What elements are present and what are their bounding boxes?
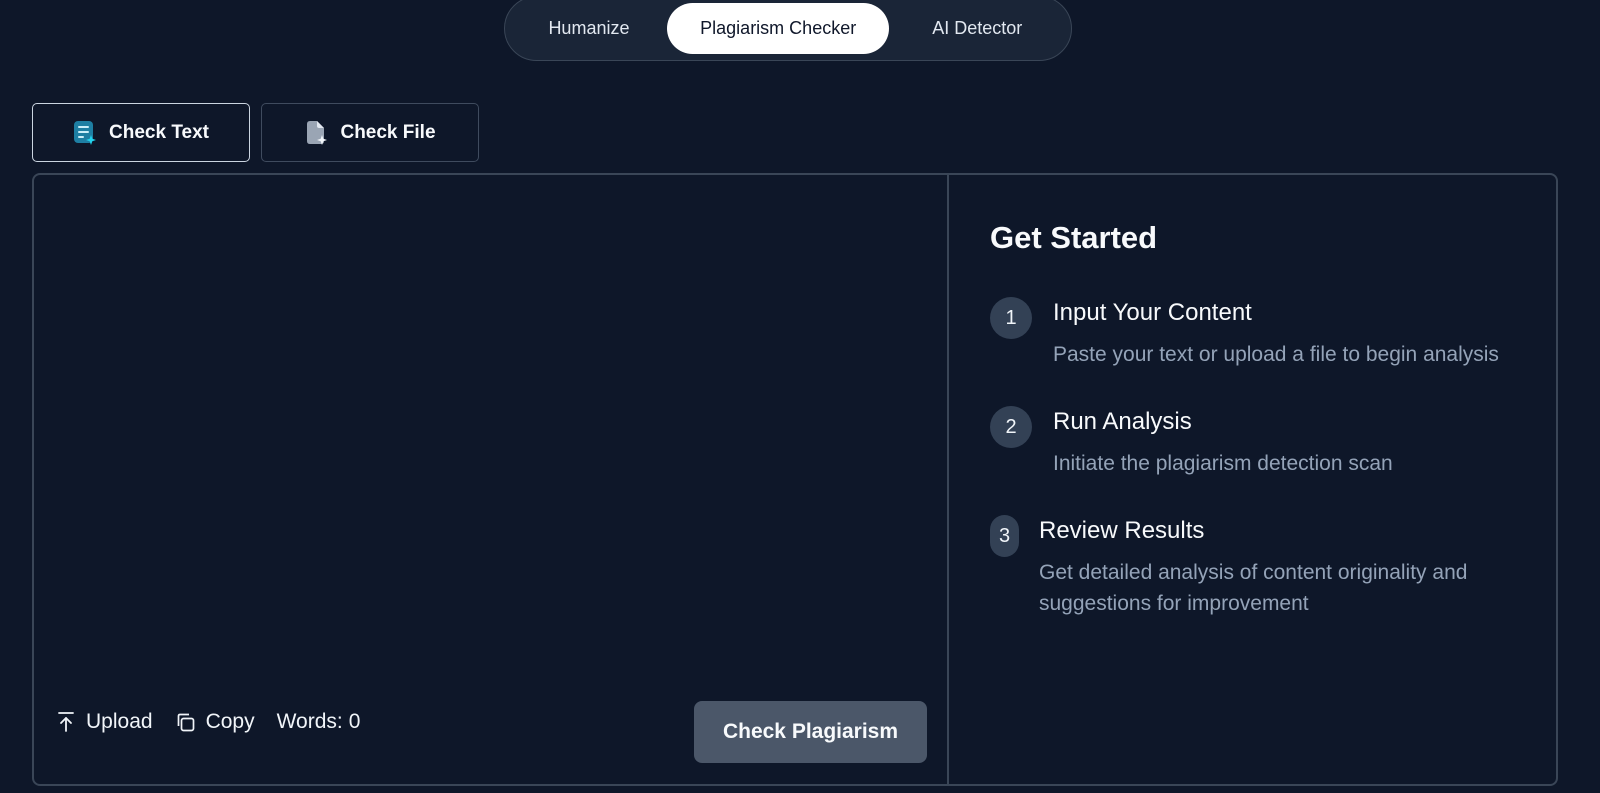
tab-humanize[interactable]: Humanize [511,3,667,54]
step-description: Paste your text or upload a file to begi… [1053,343,1499,366]
step-number-badge: 1 [990,297,1032,339]
upload-label: Upload [86,710,153,733]
check-plagiarism-button[interactable]: Check Plagiarism [694,701,927,763]
file-sparkle-icon [304,120,328,146]
copy-button[interactable]: Copy [175,710,255,734]
tab-ai-detector[interactable]: AI Detector [889,3,1065,54]
word-count: Words: 0 [277,710,361,734]
upload-icon [56,711,76,733]
editor-toolbar: Upload Copy Words: 0 [56,702,360,742]
step-input-content: 1 Input Your Content Paste your text or … [990,297,1513,370]
step-number-badge: 2 [990,406,1032,448]
get-started-pane: Get Started 1 Input Your Content Paste y… [949,175,1556,784]
upload-button[interactable]: Upload [56,710,153,734]
copy-label: Copy [205,710,255,733]
tab-plagiarism-checker[interactable]: Plagiarism Checker [666,3,890,54]
step-number-badge: 3 [990,515,1019,557]
check-text-label: Check Text [109,121,209,143]
plagiarism-checker-page: Humanize Plagiarism Checker AI Detector … [0,0,1600,793]
tool-switcher: Humanize Plagiarism Checker AI Detector [504,0,1072,61]
editor-pane: Upload Copy Words: 0 Check Plagiarism [34,175,947,784]
step-review-results: 3 Review Results Get detailed analysis o… [990,515,1499,619]
step-title: Input Your Content [1053,299,1252,326]
check-file-label: Check File [340,121,436,143]
text-input[interactable] [34,175,947,675]
document-sparkle-icon [73,120,97,146]
step-title: Run Analysis [1053,408,1192,435]
word-count-label: Words: [276,710,343,733]
step-run-analysis: 2 Run Analysis Initiate the plagiarism d… [990,406,1513,479]
step-title: Review Results [1039,517,1205,544]
checker-panel: Upload Copy Words: 0 Check Plagiarism Ge… [32,173,1558,786]
get-started-title: Get Started [990,220,1158,255]
word-count-value: 0 [348,710,361,733]
check-file-button[interactable]: Check File [261,103,479,162]
copy-icon [175,712,196,733]
step-description: Initiate the plagiarism detection scan [1053,452,1393,475]
check-text-button[interactable]: Check Text [32,103,250,162]
step-description: Get detailed analysis of content origina… [1039,561,1468,615]
